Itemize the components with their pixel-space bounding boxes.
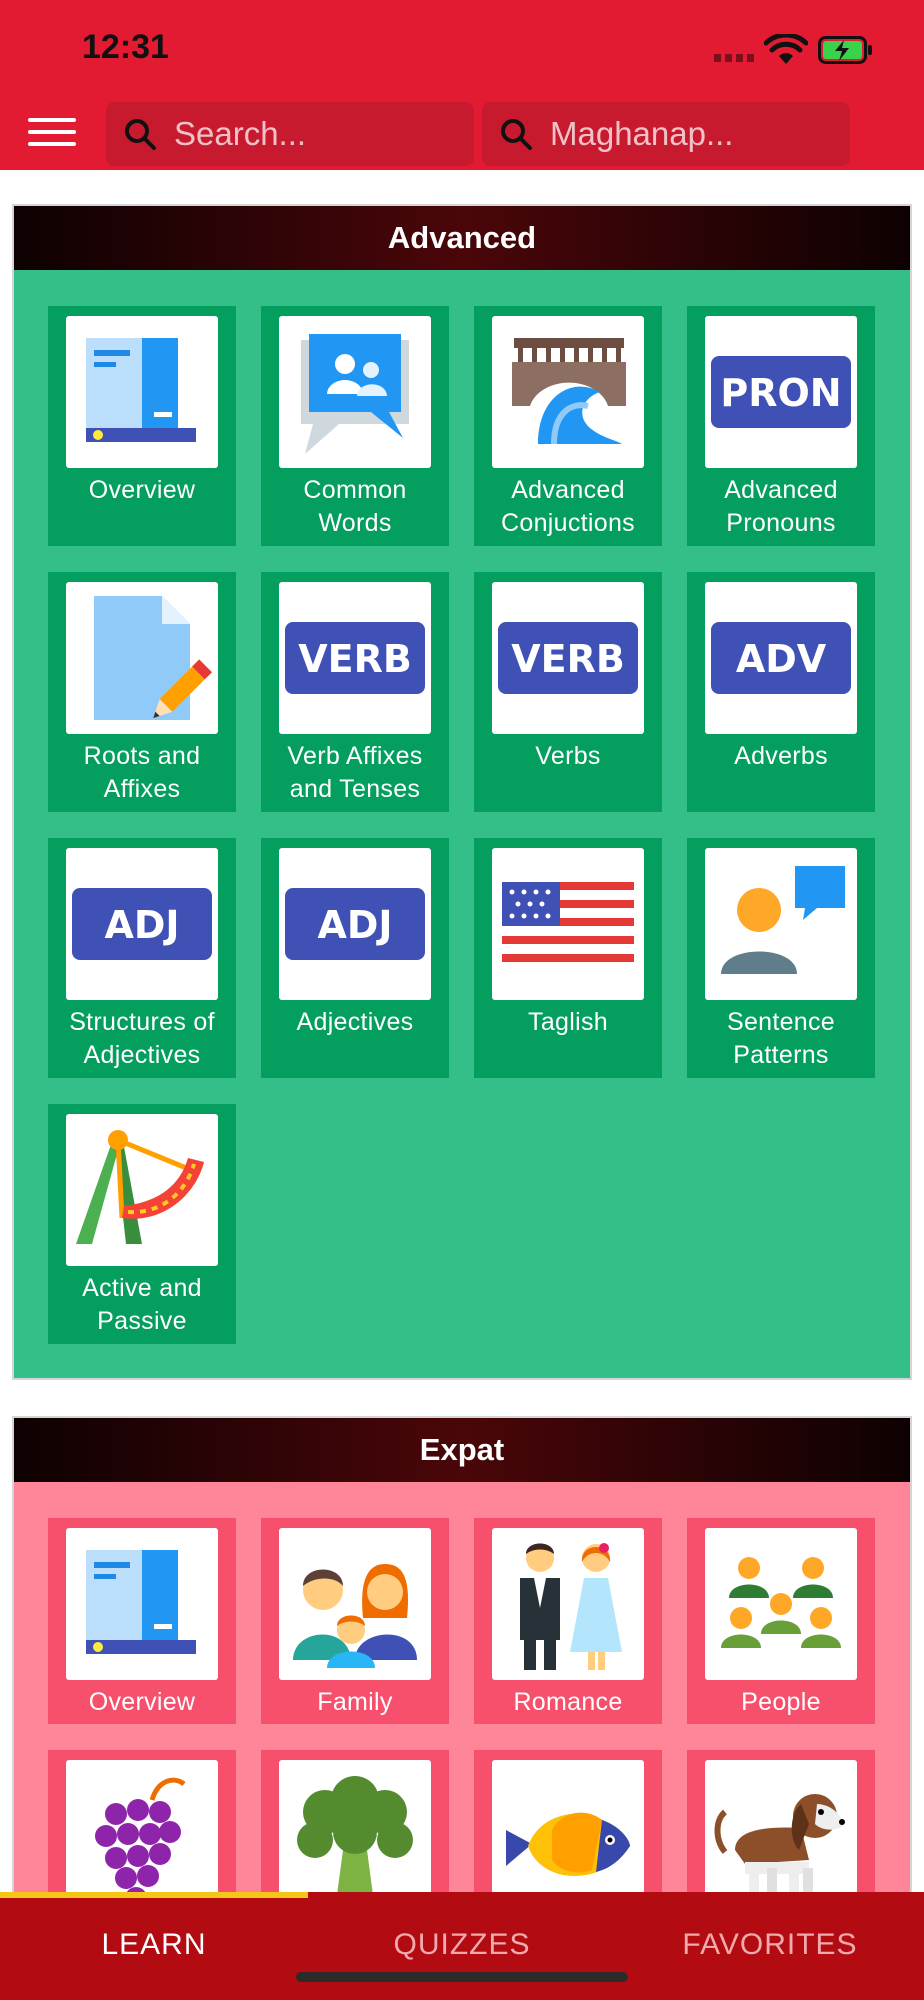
bridge-wave-icon [492,316,644,468]
battery-charging-icon [818,36,872,64]
verb-badge-icon: VERB [279,582,431,734]
bottom-tab-bar: LEARN QUIZZES FAVORITES [0,1892,924,2000]
tile-verb-affixes-and-tenses[interactable]: VERB Verb Affixes and Tenses [261,572,449,812]
verb-badge-icon: VERB [492,582,644,734]
tile-label: Adverbs [734,742,828,770]
section-title: Expat [14,1418,910,1482]
tab-quizzes[interactable]: QUIZZES [308,1928,616,1962]
adj-badge-icon: ADJ [279,848,431,1000]
fish-icon [492,1760,644,1912]
couple-icon [492,1528,644,1680]
tile-roots-and-affixes[interactable]: Roots and Affixes [48,572,236,812]
tile-label: Family [317,1688,393,1716]
tile-common-words[interactable]: Common Words [261,306,449,546]
tile-label: People [741,1688,821,1716]
section-grid: Overview Common Words Advanced Conjuctio… [14,270,910,1378]
tile-label: Overview [88,1688,196,1716]
signal-dots-icon [714,54,756,62]
book-icon [66,1528,218,1680]
tile-label: Overview [88,476,196,504]
tile-adjectives[interactable]: ADJ Adjectives [261,838,449,1078]
tile-advanced-pronouns[interactable]: PRON Advanced Pronouns [687,306,875,546]
svg-text:ADV: ADV [736,637,827,681]
document-pencil-icon [66,582,218,734]
tile-label: Romance [513,1688,623,1716]
tile-label: Adjectives [296,1008,414,1036]
tile-label: Advanced Conjuctions [501,476,635,537]
svg-text:ADJ: ADJ [104,903,179,947]
home-indicator [296,1972,628,1982]
broccoli-icon [279,1760,431,1912]
adj-badge-icon: ADJ [66,848,218,1000]
tile-adverbs[interactable]: ADV Adverbs [687,572,875,812]
search-bar-filipino [482,102,850,166]
people-group-icon [705,1528,857,1680]
magnifier-icon [125,119,156,150]
tile-verbs[interactable]: VERB Verbs [474,572,662,812]
tile-structures-of-adjectives[interactable]: ADJ Structures of Adjectives [48,838,236,1078]
app-screen: 12:31 Search... Maghanap... Advanced Ove… [0,0,924,2000]
book-icon [66,316,218,468]
active-tab-indicator [0,1892,308,1898]
grapes-icon [66,1760,218,1912]
search-input[interactable] [174,115,434,153]
tile-advanced-conjuctions[interactable]: Advanced Conjuctions [474,306,662,546]
tile-label: Sentence Patterns [726,1008,836,1069]
app-header: 12:31 [0,0,924,170]
tile-label: Common Words [303,476,407,537]
adv-badge-icon: ADV [705,582,857,734]
dog-icon [705,1760,857,1912]
status-time: 12:31 [82,28,169,66]
hamburger-menu-icon[interactable] [28,116,78,150]
person-speech-icon [705,848,857,1000]
tile-overview[interactable]: Overview [48,1518,236,1724]
tile-label: Verb Affixes and Tenses [287,742,423,803]
section-advanced: Advanced Overview Common Words Advanced … [12,204,912,1380]
section-title: Advanced [14,206,910,270]
wifi-icon [764,34,808,64]
tile-family[interactable]: Family [261,1518,449,1724]
tile-label: Active and Passive [82,1274,202,1335]
search-input-filipino[interactable] [550,115,810,153]
tile-label: Verbs [535,742,601,770]
pron-badge-icon: PRON [705,316,857,468]
tab-learn[interactable]: LEARN [0,1928,308,1962]
tile-sentence-patterns[interactable]: Sentence Patterns [687,838,875,1078]
svg-text:VERB: VERB [298,637,412,681]
tile-label: Structures of Adjectives [69,1008,215,1069]
tile-active-and-passive[interactable]: Active and Passive [48,1104,236,1344]
svg-text:PRON: PRON [720,371,841,415]
magnifier-icon [501,119,532,150]
chat-people-icon [279,316,431,468]
tile-label: Roots and Affixes [83,742,201,803]
tile-label: Taglish [528,1008,608,1036]
swing-ride-icon [66,1114,218,1266]
us-flag-icon [492,848,644,1000]
family-icon [279,1528,431,1680]
search-bar [106,102,474,166]
tile-taglish[interactable]: Taglish [474,838,662,1078]
tile-overview[interactable]: Overview [48,306,236,546]
tab-favorites[interactable]: FAVORITES [616,1928,924,1962]
tile-label: Advanced Pronouns [724,476,838,537]
svg-text:VERB: VERB [511,637,625,681]
tile-romance[interactable]: Romance [474,1518,662,1724]
svg-text:ADJ: ADJ [317,903,392,947]
tile-people[interactable]: People [687,1518,875,1724]
